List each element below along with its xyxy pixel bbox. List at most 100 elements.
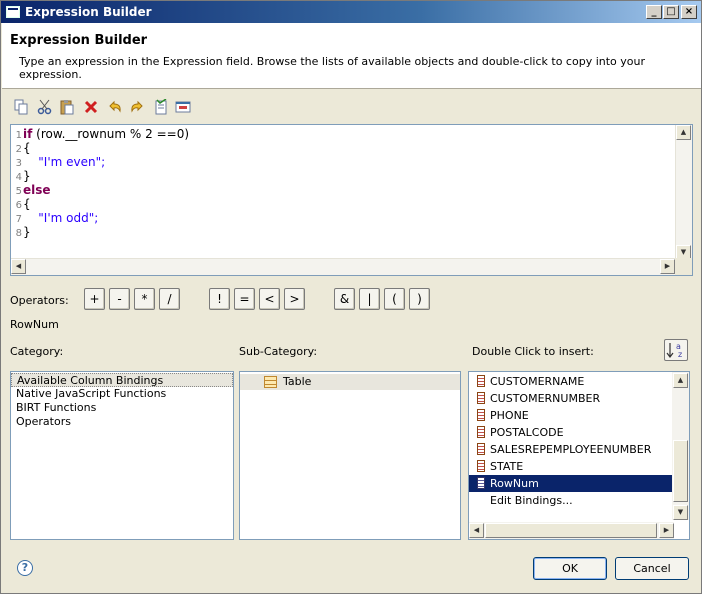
insert-item[interactable]: POSTALCODE [469, 424, 689, 441]
scroll-down-icon[interactable]: ▼ [673, 505, 688, 520]
calculate-icon[interactable] [175, 99, 191, 115]
scroll-right-icon[interactable]: ▶ [659, 523, 674, 538]
column-icon [477, 460, 485, 472]
operator-equals-button[interactable]: = [234, 288, 255, 310]
scrollbar-thumb[interactable] [485, 523, 657, 538]
insert-item-label: CUSTOMERNUMBER [490, 392, 601, 405]
code-line: 8} [11, 225, 675, 239]
dialog-title: Expression Builder [10, 33, 148, 48]
scroll-right-icon[interactable]: ▶ [660, 259, 675, 274]
operator-divide-button[interactable]: / [159, 288, 180, 310]
minimize-button[interactable]: _ [646, 5, 662, 19]
insert-item[interactable]: CUSTOMERNAME [469, 373, 689, 390]
scroll-left-icon[interactable]: ◀ [11, 259, 26, 274]
scroll-up-icon[interactable]: ▲ [673, 373, 688, 388]
code-line: 2{ [11, 141, 675, 155]
column-icon [477, 392, 485, 404]
category-list[interactable]: Available Column Bindings Native JavaScr… [10, 371, 234, 540]
operator-not-button[interactable]: ! [209, 288, 230, 310]
code-text: } [23, 169, 31, 183]
close-button[interactable]: × [681, 5, 697, 19]
code-line: 1if (row.__rownum % 2 ==0) [11, 127, 675, 141]
insert-item-label: SALESREPEMPLOYEENUMBER [490, 443, 652, 456]
operator-multiply-button[interactable]: * [134, 288, 155, 310]
subcategory-list[interactable]: Table [239, 371, 461, 540]
cut-icon[interactable] [37, 99, 53, 115]
insert-label: Double Click to insert: [472, 345, 594, 358]
insert-item[interactable]: STATE [469, 458, 689, 475]
subcategory-item[interactable]: Table [240, 374, 460, 390]
line-number: 8 [15, 228, 22, 239]
help-icon[interactable]: ? [17, 560, 33, 576]
paste-icon[interactable] [59, 99, 75, 115]
copy-icon[interactable] [13, 99, 29, 115]
editor-horizontal-scrollbar[interactable]: ◀ ▶ [11, 258, 675, 275]
code-area[interactable]: 1if (row.__rownum % 2 ==0) 2{ 3 "I'm eve… [11, 127, 675, 239]
code-text: } [23, 225, 31, 239]
operator-close-paren-button[interactable]: ) [409, 288, 430, 310]
column-icon [477, 443, 485, 455]
scroll-up-icon[interactable]: ▲ [676, 125, 691, 140]
code-line: 7 "I'm odd"; [11, 211, 675, 225]
validate-icon[interactable] [153, 99, 169, 115]
insert-list[interactable]: CUSTOMERNAME CUSTOMERNUMBER PHONE POSTAL… [468, 371, 690, 540]
scrollbar-corner [675, 258, 692, 275]
insert-horizontal-scrollbar[interactable]: ◀ ▶ [469, 522, 674, 539]
code-string: "I'm odd"; [38, 211, 99, 225]
operator-plus-button[interactable]: + [84, 288, 105, 310]
code-line: 4} [11, 169, 675, 183]
ok-button[interactable]: OK [533, 557, 607, 580]
operator-open-paren-button[interactable]: ( [384, 288, 405, 310]
category-item[interactable]: Operators [11, 415, 233, 429]
insert-item-label: PHONE [490, 409, 529, 422]
code-keyword: if [23, 127, 33, 141]
sort-button[interactable]: a z [664, 339, 688, 361]
insert-item[interactable]: PHONE [469, 407, 689, 424]
insert-item-label: RowNum [490, 477, 539, 490]
scrollbar-thumb[interactable] [673, 440, 688, 502]
expression-editor[interactable]: 1if (row.__rownum % 2 ==0) 2{ 3 "I'm eve… [10, 124, 693, 276]
insert-vertical-scrollbar[interactable]: ▲ ▼ [672, 372, 689, 520]
category-label: Category: [10, 345, 64, 358]
code-line: 3 "I'm even"; [11, 155, 675, 169]
code-line: 6{ [11, 197, 675, 211]
operator-or-button[interactable]: | [359, 288, 380, 310]
selected-item-label: RowNum [10, 318, 59, 331]
editor-vertical-scrollbar[interactable]: ▲ ▼ [675, 125, 692, 260]
insert-item-selected[interactable]: RowNum [469, 475, 674, 492]
operator-minus-button[interactable]: - [109, 288, 130, 310]
cancel-button[interactable]: Cancel [615, 557, 689, 580]
code-text: { [23, 197, 31, 211]
column-icon [477, 375, 485, 387]
delete-icon[interactable] [83, 99, 99, 115]
scroll-left-icon[interactable]: ◀ [469, 523, 484, 538]
dialog-description: Type an expression in the Expression fie… [19, 55, 645, 81]
undo-icon[interactable] [107, 99, 123, 115]
operator-less-than-button[interactable]: < [259, 288, 280, 310]
category-item[interactable]: Native JavaScript Functions [11, 387, 233, 401]
maximize-button[interactable]: □ [663, 5, 679, 19]
operators-label: Operators: [10, 294, 69, 307]
code-string: "I'm even"; [38, 155, 106, 169]
operator-and-button[interactable]: & [334, 288, 355, 310]
category-item[interactable]: Available Column Bindings [11, 373, 233, 387]
insert-item-label: CUSTOMERNAME [490, 375, 585, 388]
redo-icon[interactable] [129, 99, 145, 115]
window-title: Expression Builder [25, 5, 152, 19]
computed-column-icon [477, 477, 485, 489]
subcategory-label: Sub-Category: [239, 345, 318, 358]
code-line: 5else [11, 183, 675, 197]
category-item[interactable]: BIRT Functions [11, 401, 233, 415]
title-bar[interactable]: Expression Builder _ □ × [1, 1, 701, 23]
operator-greater-than-button[interactable]: > [284, 288, 305, 310]
insert-item[interactable]: SALESREPEMPLOYEENUMBER [469, 441, 689, 458]
insert-item[interactable]: CUSTOMERNUMBER [469, 390, 689, 407]
code-text: (row.__rownum % 2 ==0) [32, 127, 190, 141]
insert-item-label: Edit Bindings... [490, 494, 573, 507]
expression-builder-window: Expression Builder _ □ × Expression Buil… [0, 0, 702, 594]
sort-az-icon: a z [666, 342, 682, 359]
edit-bindings-item[interactable]: Edit Bindings... [469, 492, 689, 509]
svg-text:z: z [678, 350, 682, 359]
code-text: { [23, 141, 31, 155]
